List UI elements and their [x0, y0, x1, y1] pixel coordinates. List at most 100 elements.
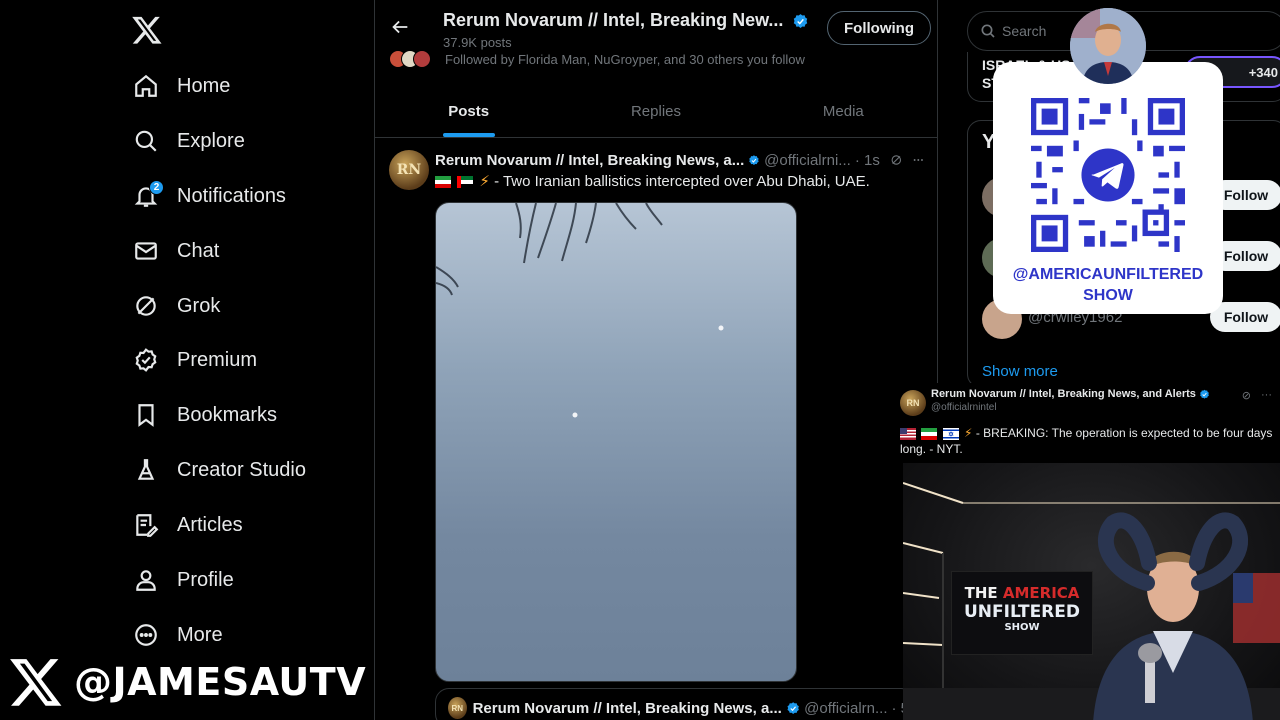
verified-badge-icon [749, 154, 759, 165]
more-horizontal-icon: ··· [1261, 389, 1272, 401]
bell-icon: 2 [132, 180, 164, 210]
tab-media[interactable]: Media [750, 86, 937, 137]
nav-label: Notifications [177, 184, 286, 207]
embed-author-handle: @officialrnintel [931, 402, 997, 413]
search-icon [981, 24, 995, 38]
israel-flag-icon [942, 427, 959, 440]
notification-badge: 2 [149, 180, 164, 195]
nav-label: Profile [177, 568, 234, 591]
followed-by-row[interactable]: Followed by Florida Man, NuGroyper, and … [389, 50, 805, 68]
more-circle-icon [132, 621, 160, 649]
verified-badge-icon [787, 701, 799, 714]
host-portrait [1070, 8, 1146, 84]
stream-handle-overlay: @JAMESAUTV [8, 652, 366, 712]
nav-premium[interactable]: Premium [132, 340, 257, 380]
post-author-name[interactable]: Rerum Novarum // Intel, Breaking News, a… [435, 152, 744, 169]
post-header: Rerum Novarum // Intel, Breaking News, a… [435, 151, 925, 169]
grok-icon [132, 292, 160, 320]
uae-flag-icon [457, 176, 474, 189]
nav-explore[interactable]: Explore [132, 121, 245, 161]
nav-label: Explore [177, 129, 245, 152]
nav-grok[interactable]: Grok [132, 286, 220, 326]
x-logo-icon[interactable] [131, 14, 163, 46]
tab-posts[interactable]: Posts [375, 86, 562, 137]
profile-title: Rerum Novarum // Intel, Breaking New... [443, 10, 809, 31]
article-icon [132, 511, 160, 539]
usa-flag-icon [900, 427, 916, 440]
main-column: Rerum Novarum // Intel, Breaking New... … [374, 0, 938, 720]
post-text: ⚡ - Two Iranian ballistics intercepted o… [435, 172, 870, 190]
more-horizontal-icon[interactable] [912, 151, 925, 169]
next-post-preview[interactable]: RN Rerum Novarum // Intel, Breaking News… [435, 688, 915, 720]
post-author-name[interactable]: Rerum Novarum // Intel, Breaking News, a… [473, 700, 782, 717]
nav-label: Home [177, 74, 231, 97]
show-more-link[interactable]: Show more [982, 363, 1058, 380]
nav-profile[interactable]: Profile [132, 560, 234, 600]
show-logo: THE AMERICA UNFILTERED SHOW [951, 571, 1093, 655]
nav-articles[interactable]: Articles [132, 505, 243, 545]
nav-label: Premium [177, 348, 258, 371]
host-avatar [1070, 8, 1146, 84]
lightning-icon: ⚡ [479, 173, 490, 190]
back-arrow-icon[interactable] [389, 16, 411, 38]
projectile [572, 412, 578, 418]
followed-by-avatars [389, 50, 431, 68]
post-author-handle[interactable]: @officialrni... [764, 152, 851, 169]
nav-label: Grok [177, 294, 221, 317]
nav-bookmarks[interactable]: Bookmarks [132, 395, 277, 435]
qr-caption-line: SHOW [1083, 287, 1133, 304]
streamer [1093, 512, 1253, 720]
home-icon [132, 72, 160, 100]
webcam-feed: THE AMERICA UNFILTERED SHOW [903, 463, 1280, 720]
grok-icon: ⊘ [1241, 390, 1251, 402]
lightning-icon: ⚡ [964, 426, 973, 440]
qr-caption-line: @AMERICAUNFILTERED [1012, 266, 1204, 283]
projectile [718, 325, 724, 331]
post-text-body: - Two Iranian ballistics intercepted ove… [494, 173, 870, 190]
nav-label: Chat [177, 239, 220, 262]
nav-label: Bookmarks [177, 403, 278, 426]
nav-label: More [177, 623, 223, 646]
embed-text: ⚡ - BREAKING: The operation is expected … [900, 425, 1276, 457]
logo-word: SHOW [1004, 622, 1040, 633]
nav-home[interactable]: Home [132, 66, 230, 106]
nav-chat[interactable]: Chat [132, 231, 219, 271]
verified-badge-icon [132, 346, 160, 374]
verified-badge-icon [794, 13, 808, 28]
person-icon [132, 566, 160, 594]
left-sidebar: Home Explore 2 Notifications Chat Grok P… [0, 0, 374, 720]
search-placeholder: Search [1002, 23, 1047, 39]
post[interactable]: RN Rerum Novarum // Intel, Breaking News… [375, 138, 937, 698]
nav-notifications[interactable]: 2 Notifications [132, 176, 286, 216]
search-icon [132, 127, 160, 155]
bookmark-icon [132, 401, 160, 429]
post-video[interactable] [435, 202, 797, 682]
following-button[interactable]: Following [827, 11, 931, 45]
embed-author-name-text: Rerum Novarum // Intel, Breaking News, a… [931, 388, 1196, 400]
x-logo-icon [10, 659, 62, 706]
iran-flag-icon [435, 176, 451, 189]
embed-author-name: Rerum Novarum // Intel, Breaking News, a… [931, 388, 1210, 400]
avatar: RN [900, 390, 926, 416]
post-timestamp[interactable]: · 1s [855, 152, 880, 169]
profile-title-text: Rerum Novarum // Intel, Breaking New... [443, 10, 784, 30]
flask-icon [132, 456, 160, 484]
posts-count: 37.9K posts [443, 35, 512, 50]
profile-tabs: Posts Replies Media [375, 86, 937, 138]
post-author-handle[interactable]: @officialrn... [804, 700, 887, 717]
avatar[interactable]: RN [389, 150, 429, 190]
followed-by-text: Followed by Florida Man, NuGroyper, and … [445, 51, 805, 67]
tab-replies[interactable]: Replies [562, 86, 749, 137]
follow-button[interactable]: Follow [1210, 302, 1280, 332]
logo-word: THE [964, 584, 998, 602]
nav-label: Articles [177, 513, 243, 536]
grok-icon[interactable] [890, 151, 903, 169]
nav-creator-studio[interactable]: Creator Studio [132, 450, 306, 490]
nav-more[interactable]: More [132, 615, 223, 655]
nav-label: Creator Studio [177, 458, 306, 481]
avatar [413, 50, 431, 68]
logo-word: UNFILTERED [963, 602, 1080, 622]
iran-flag-icon [921, 427, 938, 440]
embed-actions: ⊘ ··· [1242, 389, 1272, 402]
profile-header: Rerum Novarum // Intel, Breaking New... … [375, 0, 937, 86]
